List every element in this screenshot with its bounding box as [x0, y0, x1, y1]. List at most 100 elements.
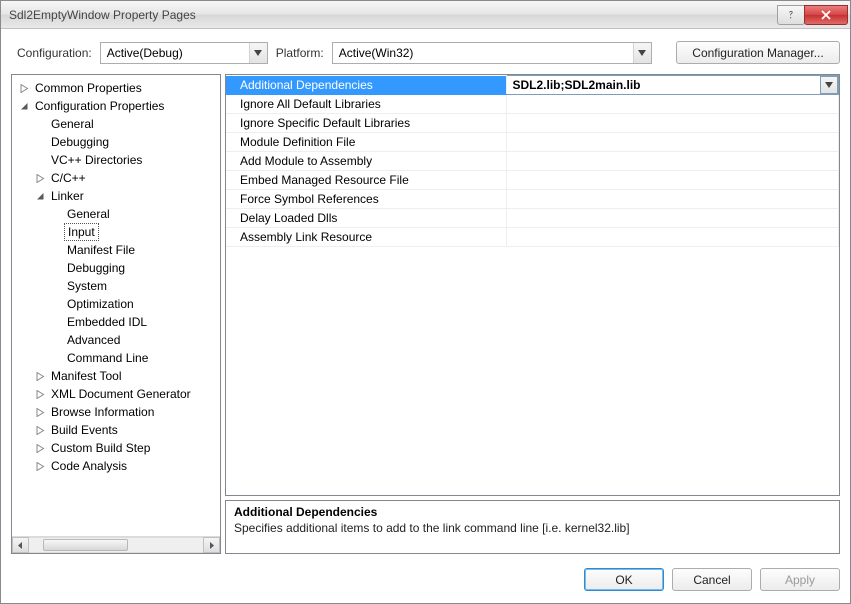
tree-item-label: XML Document Generator: [48, 386, 194, 402]
scrollbar-thumb[interactable]: [43, 539, 128, 551]
property-value[interactable]: SDL2.lib;SDL2main.lib: [506, 76, 839, 95]
description-title: Additional Dependencies: [234, 505, 831, 519]
tree-item-label: Custom Build Step: [48, 440, 153, 456]
tree-item[interactable]: System: [12, 277, 220, 295]
help-button[interactable]: [777, 5, 805, 25]
property-row[interactable]: Add Module to Assembly: [226, 152, 839, 171]
tree-item-label: VC++ Directories: [48, 152, 145, 168]
expander-icon[interactable]: [34, 370, 46, 382]
property-name: Ignore All Default Libraries: [226, 95, 506, 114]
tree-indent: [50, 226, 62, 238]
title-buttons: [778, 5, 848, 25]
property-value[interactable]: [506, 171, 839, 190]
property-name: Embed Managed Resource File: [226, 171, 506, 190]
tree-item[interactable]: XML Document Generator: [12, 385, 220, 403]
property-grid-panel: Additional DependenciesSDL2.lib;SDL2main…: [225, 74, 840, 496]
tree-item[interactable]: Manifest Tool: [12, 367, 220, 385]
property-value[interactable]: [506, 209, 839, 228]
property-row[interactable]: Embed Managed Resource File: [226, 171, 839, 190]
property-value[interactable]: [506, 114, 839, 133]
configuration-manager-button[interactable]: Configuration Manager...: [676, 41, 840, 64]
tree-indent: [50, 280, 62, 292]
tree-item[interactable]: Manifest File: [12, 241, 220, 259]
configuration-label: Configuration:: [17, 46, 92, 60]
platform-combo[interactable]: Active(Win32): [332, 42, 652, 64]
tree-indent: [50, 316, 62, 328]
tree-item[interactable]: Custom Build Step: [12, 439, 220, 457]
dialog-window: Sdl2EmptyWindow Property Pages Configura…: [0, 0, 851, 604]
ok-button[interactable]: OK: [584, 568, 664, 591]
tree-item[interactable]: Command Line: [12, 349, 220, 367]
expander-icon[interactable]: [34, 190, 46, 202]
expander-icon[interactable]: [34, 406, 46, 418]
tree-item[interactable]: Optimization: [12, 295, 220, 313]
tree-item-label: Advanced: [64, 332, 123, 348]
tree-indent: [50, 244, 62, 256]
property-value[interactable]: [506, 228, 839, 247]
property-tree[interactable]: Common PropertiesConfiguration Propertie…: [12, 75, 220, 536]
property-row[interactable]: Force Symbol References: [226, 190, 839, 209]
tree-item[interactable]: Code Analysis: [12, 457, 220, 475]
tree-item[interactable]: Advanced: [12, 331, 220, 349]
tree-indent: [50, 262, 62, 274]
property-grid[interactable]: Additional DependenciesSDL2.lib;SDL2main…: [226, 75, 839, 247]
tree-item-label: Manifest Tool: [48, 368, 124, 384]
tree-item-label: Configuration Properties: [32, 98, 167, 114]
expander-icon[interactable]: [34, 172, 46, 184]
property-row[interactable]: Additional DependenciesSDL2.lib;SDL2main…: [226, 76, 839, 95]
tree-item-label: C/C++: [48, 170, 89, 186]
scrollbar-track[interactable]: [29, 537, 203, 553]
scroll-left-button[interactable]: [12, 537, 29, 553]
main-area: Common PropertiesConfiguration Propertie…: [1, 74, 850, 560]
tree-item-label: Command Line: [64, 350, 151, 366]
expander-icon[interactable]: [34, 460, 46, 472]
expander-icon[interactable]: [34, 442, 46, 454]
tree-item[interactable]: Common Properties: [12, 79, 220, 97]
right-panel: Additional Dependencies SDL2.lib;SDL2main…: [225, 74, 840, 554]
property-row[interactable]: Ignore All Default Libraries: [226, 95, 839, 114]
tree-item-label: Linker: [48, 188, 87, 204]
tree-item[interactable]: Input: [12, 223, 220, 241]
tree-item[interactable]: Debugging: [12, 259, 220, 277]
chevron-down-icon: [633, 43, 651, 63]
tree-item[interactable]: Build Events: [12, 421, 220, 439]
expander-icon[interactable]: [34, 388, 46, 400]
tree-item[interactable]: Browse Information: [12, 403, 220, 421]
tree-indent: [50, 208, 62, 220]
dialog-footer: OK Cancel Apply: [1, 560, 850, 603]
property-value[interactable]: [506, 133, 839, 152]
expander-icon[interactable]: [34, 424, 46, 436]
apply-button[interactable]: Apply: [760, 568, 840, 591]
tree-item[interactable]: C/C++: [12, 169, 220, 187]
property-value[interactable]: [506, 190, 839, 209]
expander-icon[interactable]: [18, 100, 30, 112]
tree-item-label: Optimization: [64, 296, 137, 312]
close-button[interactable]: [804, 5, 848, 25]
property-value[interactable]: [506, 95, 839, 114]
tree-item[interactable]: General: [12, 115, 220, 133]
tree-item[interactable]: Embedded IDL: [12, 313, 220, 331]
property-row[interactable]: Assembly Link Resource: [226, 228, 839, 247]
property-name: Module Definition File: [226, 133, 506, 152]
tree-item[interactable]: General: [12, 205, 220, 223]
configuration-combo[interactable]: Active(Debug): [100, 42, 268, 64]
horizontal-scrollbar[interactable]: [12, 536, 220, 553]
tree-item[interactable]: Linker: [12, 187, 220, 205]
scroll-right-button[interactable]: [203, 537, 220, 553]
tree-panel: Common PropertiesConfiguration Propertie…: [11, 74, 221, 554]
tree-item[interactable]: Debugging: [12, 133, 220, 151]
property-row[interactable]: Delay Loaded Dlls: [226, 209, 839, 228]
dropdown-button[interactable]: [820, 76, 838, 94]
property-value[interactable]: [506, 152, 839, 171]
tree-item[interactable]: VC++ Directories: [12, 151, 220, 169]
tree-item-label: Debugging: [48, 134, 112, 150]
tree-item[interactable]: Configuration Properties: [12, 97, 220, 115]
tree-item-label: Debugging: [64, 260, 128, 276]
tree-item-label: Build Events: [48, 422, 121, 438]
cancel-button[interactable]: Cancel: [672, 568, 752, 591]
property-row[interactable]: Ignore Specific Default Libraries: [226, 114, 839, 133]
configuration-value: Active(Debug): [107, 46, 183, 60]
expander-icon[interactable]: [18, 82, 30, 94]
property-row[interactable]: Module Definition File: [226, 133, 839, 152]
tree-item-label: General: [64, 206, 113, 222]
